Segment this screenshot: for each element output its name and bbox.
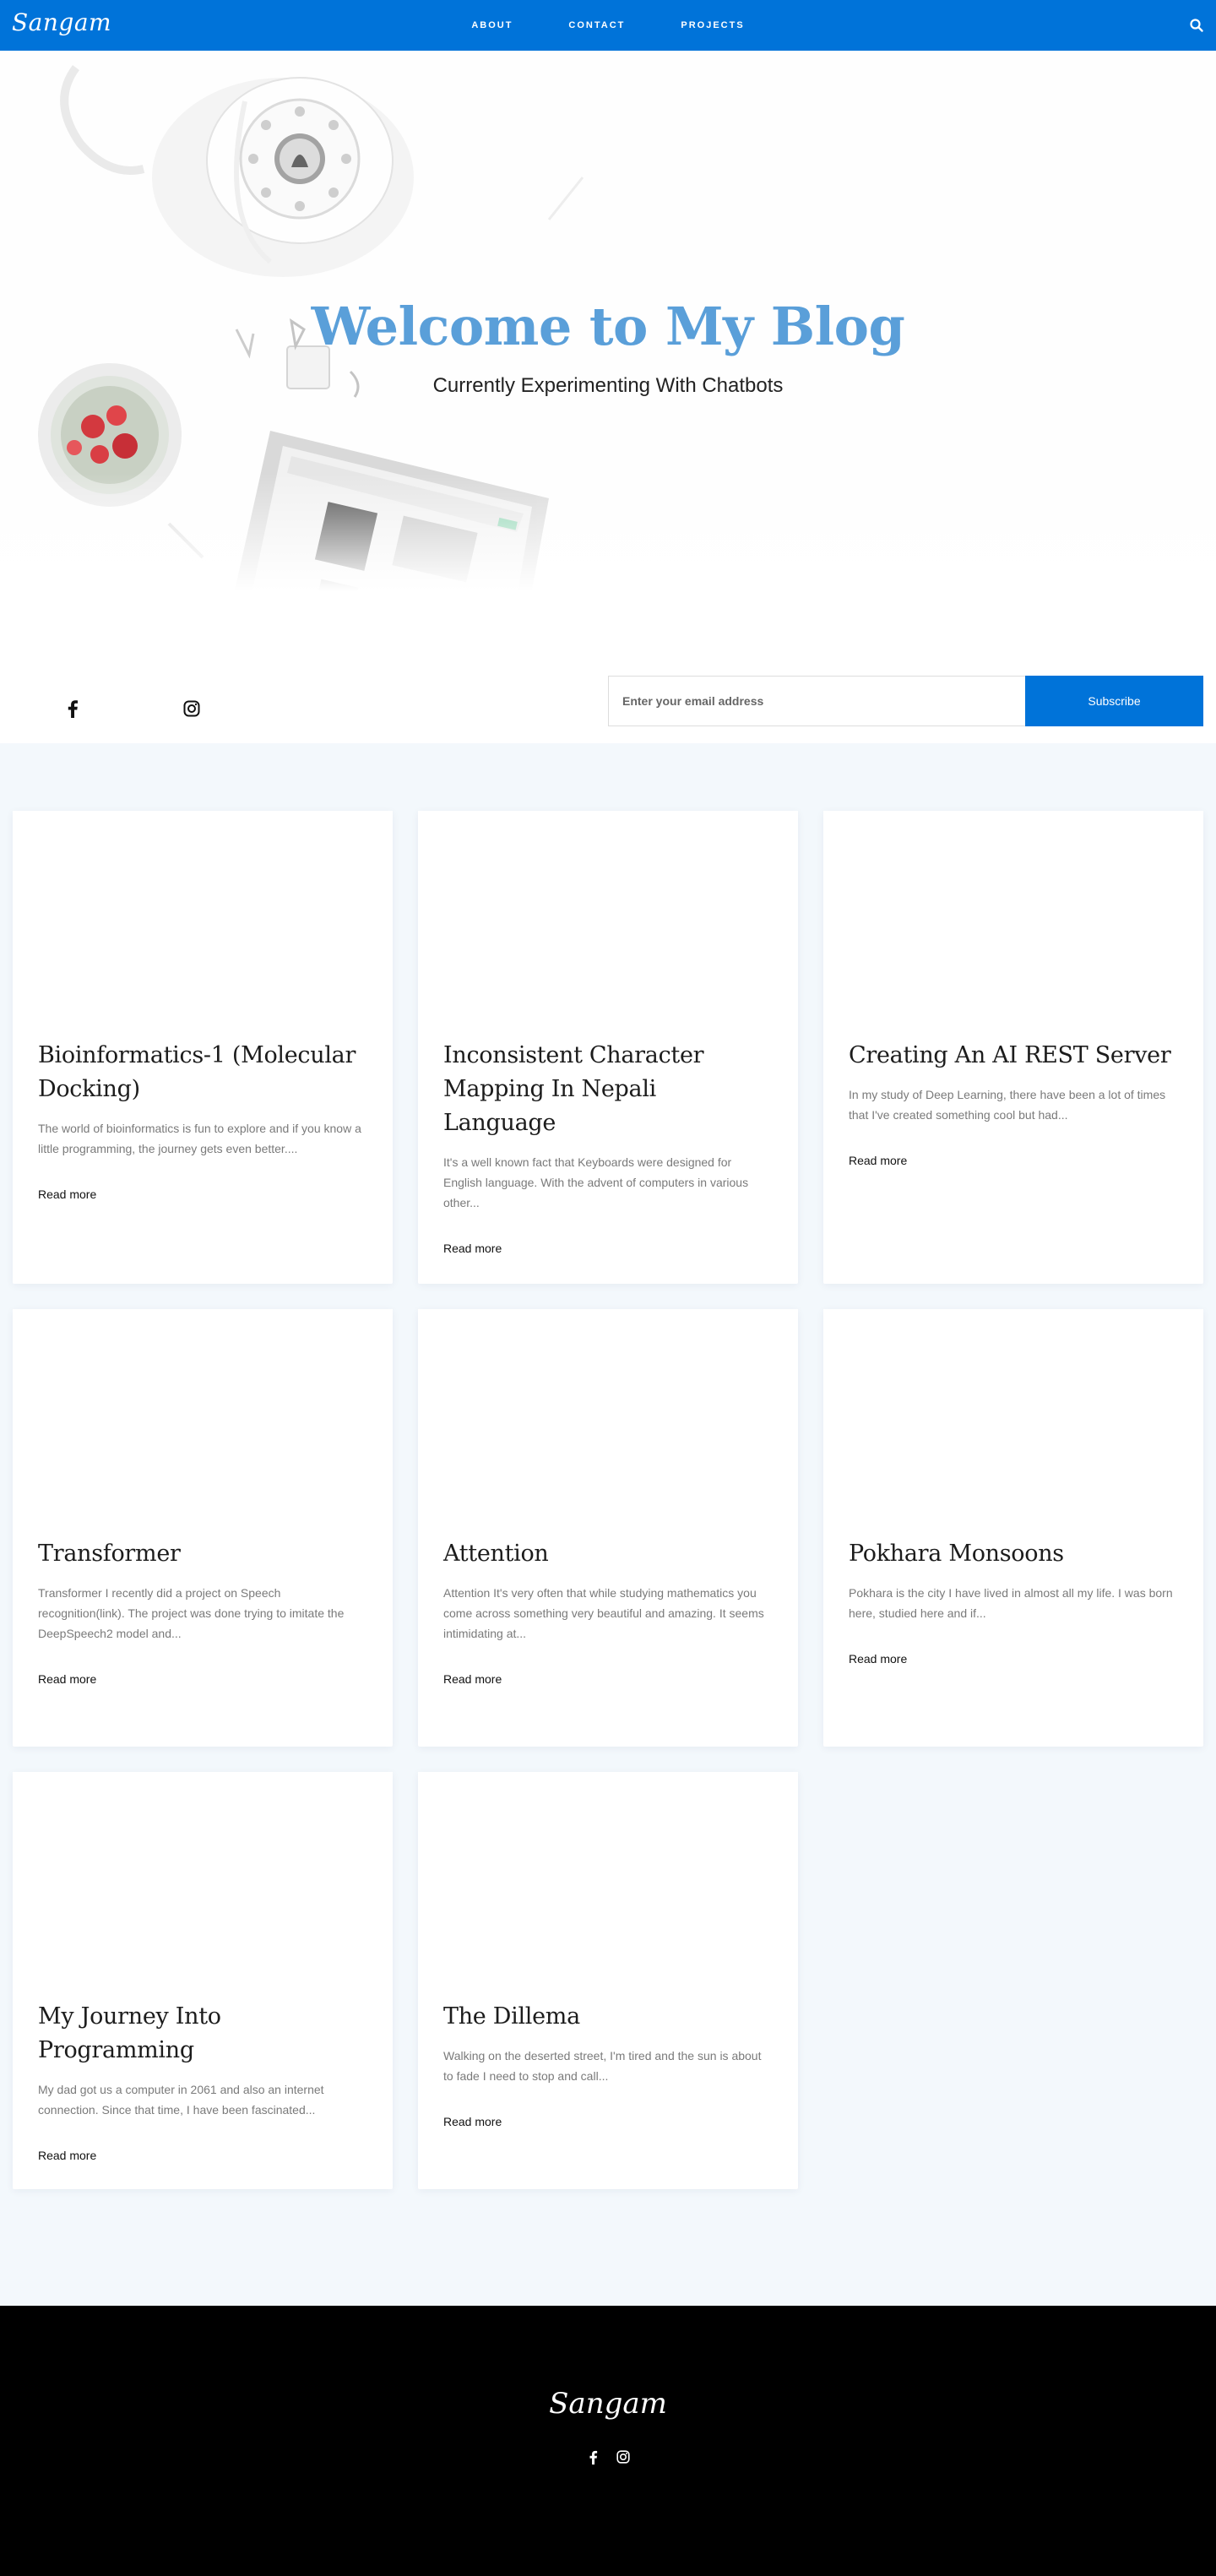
nav-link-about[interactable]: ABOUT — [443, 20, 540, 30]
hero-fade-overlay — [0, 473, 1216, 591]
read-more-link[interactable]: Read more — [443, 1242, 502, 1255]
post-title[interactable]: Pokhara Monsoons — [849, 1537, 1178, 1571]
post-card-body: Creating An AI REST Server In my study o… — [823, 1039, 1203, 1194]
post-thumbnail[interactable] — [13, 1772, 393, 2000]
post-title[interactable]: My Journey Into Programming — [38, 2000, 367, 2068]
post-card-body: Attention Attention It's very often that… — [418, 1537, 798, 1713]
main-nav: ABOUT CONTACT PROJECTS — [443, 20, 772, 30]
instagram-icon[interactable] — [616, 2449, 631, 2465]
footer-social-links — [0, 2449, 1216, 2465]
posts-grid: Bioinformatics-1 (Molecular Docking) The… — [0, 743, 1216, 2306]
post-excerpt: The world of bioinformatics is fun to ex… — [38, 1122, 361, 1155]
hero-subtitle: Currently Experimenting With Chatbots — [432, 374, 784, 397]
post-excerpt: My dad got us a computer in 2061 and als… — [38, 2083, 324, 2117]
site-footer: Sangam — [0, 2306, 1216, 2576]
subscribe-button[interactable]: Subscribe — [1025, 676, 1203, 726]
post-excerpt: It's a well known fact that Keyboards we… — [443, 1155, 749, 1209]
email-input[interactable] — [608, 676, 1025, 726]
post-title[interactable]: Transformer — [38, 1537, 367, 1571]
facebook-icon[interactable] — [585, 2449, 600, 2465]
read-more-link[interactable]: Read more — [443, 2115, 502, 2128]
post-card-body: The Dillema Walking on the deserted stre… — [418, 2000, 798, 2155]
post-excerpt: Transformer I recently did a project on … — [38, 1586, 345, 1640]
post-title[interactable]: The Dillema — [443, 2000, 773, 2034]
nav-link-contact[interactable]: CONTACT — [540, 20, 653, 30]
subscribe-form: Subscribe — [608, 676, 1203, 726]
post-card[interactable]: Attention Attention It's very often that… — [418, 1309, 798, 1747]
post-thumbnail[interactable] — [13, 1309, 393, 1537]
post-card[interactable]: Creating An AI REST Server In my study o… — [823, 811, 1203, 1284]
search-icon[interactable] — [1189, 18, 1204, 33]
top-navbar: Sangam ABOUT CONTACT PROJECTS — [0, 0, 1216, 51]
hero-title: Welcome to My Blog — [311, 296, 905, 357]
post-thumbnail[interactable] — [418, 1772, 798, 2000]
post-excerpt: In my study of Deep Learning, there have… — [849, 1088, 1166, 1122]
post-card-body: Inconsistent Character Mapping In Nepali… — [418, 1039, 798, 1282]
instagram-icon[interactable] — [182, 699, 201, 718]
read-more-link[interactable]: Read more — [38, 2149, 96, 2162]
read-more-link[interactable]: Read more — [38, 1187, 96, 1201]
post-card[interactable]: My Journey Into Programming My dad got u… — [13, 1772, 393, 2189]
post-title[interactable]: Attention — [443, 1537, 773, 1571]
post-card-body: Bioinformatics-1 (Molecular Docking) The… — [13, 1039, 393, 1228]
hero-text-block: Welcome to My Blog Currently Experimenti… — [0, 296, 1216, 398]
post-thumbnail[interactable] — [418, 811, 798, 1039]
social-subscribe-bar: Subscribe — [0, 591, 1216, 743]
post-title[interactable]: Inconsistent Character Mapping In Nepali… — [443, 1039, 773, 1140]
nav-link-projects[interactable]: PROJECTS — [653, 20, 772, 30]
post-title[interactable]: Creating An AI REST Server — [849, 1039, 1178, 1073]
post-thumbnail[interactable] — [823, 811, 1203, 1039]
facebook-icon[interactable] — [63, 699, 82, 718]
post-card[interactable]: Transformer Transformer I recently did a… — [13, 1309, 393, 1747]
footer-brand-logo[interactable]: Sangam — [0, 2387, 1216, 2421]
read-more-link[interactable]: Read more — [849, 1154, 907, 1167]
brand-logo[interactable]: Sangam — [12, 8, 111, 36]
read-more-link[interactable]: Read more — [443, 1672, 502, 1686]
post-card[interactable]: Inconsistent Character Mapping In Nepali… — [418, 811, 798, 1284]
post-card-body: Pokhara Monsoons Pokhara is the city I h… — [823, 1537, 1203, 1693]
post-card-body: My Journey Into Programming My dad got u… — [13, 2000, 393, 2189]
read-more-link[interactable]: Read more — [849, 1652, 907, 1666]
post-card-body: Transformer Transformer I recently did a… — [13, 1537, 393, 1713]
post-thumbnail[interactable] — [418, 1309, 798, 1537]
read-more-link[interactable]: Read more — [38, 1672, 96, 1686]
hero-section: Welcome to My Blog Currently Experimenti… — [0, 51, 1216, 591]
post-excerpt: Pokhara is the city I have lived in almo… — [849, 1586, 1173, 1620]
post-excerpt: Walking on the deserted street, I'm tire… — [443, 2049, 762, 2083]
post-card[interactable]: Pokhara Monsoons Pokhara is the city I h… — [823, 1309, 1203, 1747]
post-thumbnail[interactable] — [13, 811, 393, 1039]
post-card[interactable]: Bioinformatics-1 (Molecular Docking) The… — [13, 811, 393, 1284]
post-thumbnail[interactable] — [823, 1309, 1203, 1537]
post-card[interactable]: The Dillema Walking on the deserted stre… — [418, 1772, 798, 2189]
post-excerpt: Attention It's very often that while stu… — [443, 1586, 764, 1640]
post-title[interactable]: Bioinformatics-1 (Molecular Docking) — [38, 1039, 367, 1106]
